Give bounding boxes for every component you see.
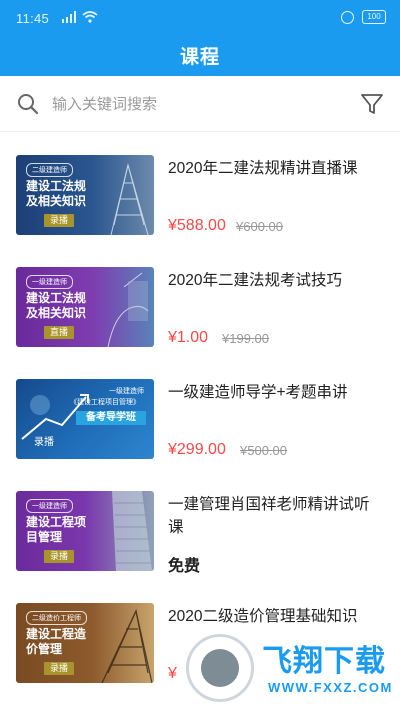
thumb-banner: 备考导学班 bbox=[76, 411, 146, 425]
course-original-price: ¥500.00 bbox=[240, 443, 287, 458]
status-bar: 11:45 100 bbox=[0, 0, 400, 40]
thumb-tag: 一级建造师 bbox=[26, 275, 73, 289]
thumb-badge: 录播 bbox=[44, 662, 75, 675]
search-icon[interactable] bbox=[16, 92, 40, 116]
course-item[interactable]: 一级建造师 建设工程项目管理 录播 一建管理肖国祥老师精讲试听课 免费 bbox=[0, 469, 400, 581]
thumb-badge: 录播 bbox=[34, 437, 54, 448]
thumb-badge: 直播 bbox=[44, 326, 75, 339]
course-title[interactable]: 2020二级造价管理基础知识 bbox=[168, 605, 383, 628]
course-free-label: 免费 bbox=[168, 558, 201, 575]
search-input[interactable] bbox=[52, 90, 342, 118]
filter-icon[interactable] bbox=[360, 92, 384, 116]
status-right: 100 bbox=[341, 10, 386, 24]
watermark-text: 飞翔下载 bbox=[262, 645, 386, 678]
course-title[interactable]: 2020年二建法规精讲直播课 bbox=[168, 157, 383, 180]
course-thumbnail[interactable]: 一级建造师 建设工程项目管理 录播 bbox=[16, 491, 154, 571]
course-title[interactable]: 2020年二建法规考试技巧 bbox=[168, 269, 383, 292]
course-thumbnail[interactable]: 二级建造师 建设工法规及相关知识 录播 bbox=[16, 155, 154, 235]
course-list: 二级建造师 建设工法规及相关知识 录播 2020年二建法规精讲直播课 ¥588.… bbox=[0, 133, 400, 693]
course-title[interactable]: 一级建造师导学+考题串讲 bbox=[168, 381, 383, 404]
watermark: 飞翔下载 WWW.FXXZ.COM bbox=[186, 630, 396, 706]
thumb-badge: 录播 bbox=[44, 214, 75, 227]
thumb-tag: 一级建造师 bbox=[109, 388, 144, 395]
app-header: 11:45 100 课程 bbox=[0, 0, 400, 76]
thumb-title: 建设工程造价管理 bbox=[26, 627, 87, 656]
thumb-title: 建设工法规及相关知识 bbox=[26, 179, 87, 208]
course-price: ¥1.00 bbox=[168, 329, 209, 346]
course-item[interactable]: 一级建造师 《建设工程项目管理》 备考导学班 录播 一级建造师导学+考题串讲 ¥… bbox=[0, 357, 400, 469]
thumb-tag: 二级建造师 bbox=[26, 163, 73, 177]
course-item[interactable]: 二级建造师 建设工法规及相关知识 录播 2020年二建法规精讲直播课 ¥588.… bbox=[0, 133, 400, 245]
course-thumbnail[interactable]: 一级建造师 《建设工程项目管理》 备考导学班 录播 bbox=[16, 379, 154, 459]
thumb-tag: 一级建造师 bbox=[26, 499, 73, 513]
status-icons bbox=[62, 11, 98, 23]
course-thumbnail[interactable]: 二级造价工程师 建设工程造价管理 录播 bbox=[16, 603, 154, 683]
thumb-title: 《建设工程项目管理》 bbox=[70, 399, 140, 406]
course-price: ¥ bbox=[168, 665, 177, 682]
course-original-price: ¥600.00 bbox=[236, 219, 283, 234]
thumb-title: 建设工程项目管理 bbox=[26, 515, 87, 544]
watermark-url: WWW.FXXZ.COM bbox=[268, 680, 393, 695]
page-title: 课程 bbox=[179, 47, 220, 68]
battery-icon: 100 bbox=[362, 10, 386, 24]
search-bar bbox=[0, 76, 400, 132]
course-thumbnail[interactable]: 一级建造师 建设工法规及相关知识 直播 bbox=[16, 267, 154, 347]
course-price: ¥299.00 bbox=[168, 441, 226, 458]
thumb-tag: 二级造价工程师 bbox=[26, 611, 87, 625]
course-price: ¥588.00 bbox=[168, 217, 226, 234]
thumb-badge: 录播 bbox=[44, 550, 75, 563]
signal-icon bbox=[62, 11, 76, 23]
status-time: 11:45 bbox=[16, 11, 50, 26]
course-item[interactable]: 一级建造师 建设工法规及相关知识 直播 2020年二建法规考试技巧 ¥1.00 … bbox=[0, 245, 400, 357]
wifi-icon bbox=[82, 11, 98, 23]
alarm-icon bbox=[341, 10, 354, 24]
course-title[interactable]: 一建管理肖国祥老师精讲试听课 bbox=[168, 493, 383, 539]
watermark-logo bbox=[186, 634, 254, 702]
thumb-title: 建设工法规及相关知识 bbox=[26, 291, 87, 320]
watermark-logo-mark bbox=[201, 649, 239, 687]
course-original-price: ¥199.00 bbox=[222, 331, 269, 346]
